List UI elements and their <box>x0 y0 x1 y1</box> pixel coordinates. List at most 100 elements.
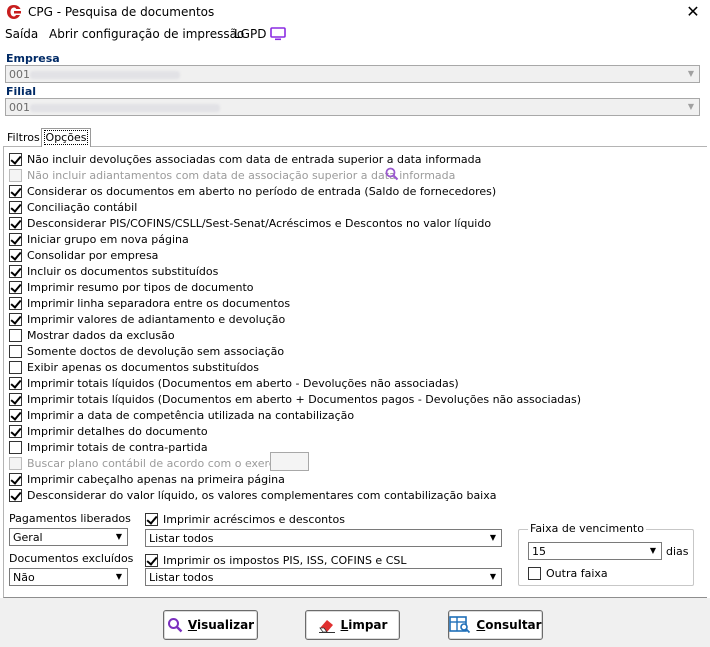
option-totais-liquidos-aberto[interactable]: Imprimir totais líquidos (Documentos em … <box>9 375 459 391</box>
menu-lgpd[interactable]: LGPD <box>234 27 266 41</box>
option-label: Exibir apenas os documentos substituídos <box>27 360 259 374</box>
consultar-button[interactable]: Consultar <box>448 610 543 640</box>
checkbox[interactable] <box>145 512 158 526</box>
exercicio-input[interactable] <box>270 452 309 471</box>
tab-filtros[interactable]: Filtros <box>7 131 40 144</box>
visualizar-button[interactable]: Visualizar <box>163 610 258 640</box>
option-iniciar-grupo[interactable]: Iniciar grupo em nova página <box>9 231 189 247</box>
filial-code: 001 <box>9 101 30 114</box>
option-totais-liquidos-pagos[interactable]: Imprimir totais líquidos (Documentos em … <box>9 391 581 407</box>
checkbox[interactable] <box>9 344 22 358</box>
filial-select[interactable]: 001 ▼ <box>5 98 700 116</box>
option-label: Imprimir totais líquidos (Documentos em … <box>27 392 582 406</box>
option-conciliacao-contabil[interactable]: Conciliação contábil <box>9 199 137 215</box>
pagamentos-select[interactable]: Geral ▼ <box>9 528 128 546</box>
faixa-select[interactable]: 15 ▼ <box>528 542 662 560</box>
checkbox[interactable] <box>9 456 22 470</box>
monitor-icon[interactable] <box>270 27 286 41</box>
acrescimos-select[interactable]: Listar todos ▼ <box>145 529 502 547</box>
faixa-value: 15 <box>532 545 546 558</box>
option-cabecalho-primeira[interactable]: Imprimir cabeçalho apenas na primeira pá… <box>9 471 285 487</box>
limpar-button[interactable]: Limpar <box>305 610 400 640</box>
checkbox[interactable] <box>528 566 541 580</box>
checkbox[interactable] <box>9 472 22 486</box>
option-label: Desconsiderar PIS/COFINS/CSLL/Sest-Senat… <box>27 216 492 230</box>
option-label: Consolidar por empresa <box>27 248 159 262</box>
chevron-down-icon[interactable]: ▼ <box>112 530 126 544</box>
option-label: Imprimir valores de adiantamento e devol… <box>27 312 286 326</box>
checkbox[interactable] <box>9 408 22 422</box>
chevron-down-icon[interactable]: ▼ <box>486 531 500 545</box>
checkbox[interactable] <box>9 360 22 374</box>
checkbox[interactable] <box>9 392 22 406</box>
checkbox[interactable] <box>9 440 22 454</box>
visualizar-label: Visualizar <box>187 618 255 632</box>
option-imprimir-resumo[interactable]: Imprimir resumo por tipos de documento <box>9 279 254 295</box>
menu-saida[interactable]: Saída <box>5 27 38 41</box>
option-incluir-substituidos[interactable]: Incluir os documentos substituídos <box>9 263 218 279</box>
impostos-select[interactable]: Listar todos ▼ <box>145 568 502 586</box>
option-label: Mostrar dados da exclusão <box>27 328 175 342</box>
chevron-down-icon[interactable]: ▼ <box>646 544 660 558</box>
option-acrescimos[interactable]: Imprimir acréscimos e descontos <box>145 511 345 527</box>
checkbox[interactable] <box>9 296 22 310</box>
chevron-down-icon[interactable]: ▼ <box>486 570 500 584</box>
chevron-down-icon[interactable]: ▼ <box>112 570 126 584</box>
option-contra-partida[interactable]: Imprimir totais de contra-partida <box>9 439 208 455</box>
option-label: Incluir os documentos substituídos <box>27 264 219 278</box>
option-somente-devolucao[interactable]: Somente doctos de devolução sem associaç… <box>9 343 284 359</box>
option-nao-incluir-devolucoes[interactable]: Não incluir devoluções associadas com da… <box>9 151 481 167</box>
app-logo-icon <box>7 5 21 19</box>
checkbox[interactable] <box>9 424 22 438</box>
search-icon[interactable] <box>385 167 399 181</box>
option-label: Considerar os documentos em aberto no pe… <box>27 184 497 198</box>
checkbox[interactable] <box>9 328 22 342</box>
checkbox[interactable] <box>9 376 22 390</box>
checkbox[interactable] <box>9 280 22 294</box>
tab-opcoes-label: Opções <box>43 130 89 145</box>
checkbox[interactable] <box>9 232 22 246</box>
option-considerar-em-aberto[interactable]: Considerar os documentos em aberto no pe… <box>9 183 496 199</box>
filial-name-redacted <box>30 104 220 112</box>
option-label: Imprimir os impostos PIS, ISS, COFINS e … <box>163 553 407 567</box>
checkbox[interactable] <box>9 168 22 182</box>
option-buscar-plano[interactable]: Buscar plano contábil de acordo com o ex… <box>9 455 297 471</box>
documentos-excluidos-select[interactable]: Não ▼ <box>9 568 128 586</box>
checkbox[interactable] <box>9 200 22 214</box>
checkbox[interactable] <box>9 264 22 278</box>
checkbox[interactable] <box>9 184 22 198</box>
option-mostrar-exclusao[interactable]: Mostrar dados da exclusão <box>9 327 175 343</box>
close-button[interactable]: ✕ <box>680 1 706 23</box>
magnifier-icon <box>167 618 183 633</box>
option-detalhes-documento[interactable]: Imprimir detalhes do documento <box>9 423 208 439</box>
checkbox[interactable] <box>9 216 22 230</box>
menu-print-config[interactable]: Abrir configuração de impressão <box>49 27 244 41</box>
option-consolidar-empresa[interactable]: Consolidar por empresa <box>9 247 158 263</box>
chevron-down-icon[interactable]: ▼ <box>684 67 698 81</box>
option-valores-adiantamento[interactable]: Imprimir valores de adiantamento e devol… <box>9 311 285 327</box>
option-linha-separadora[interactable]: Imprimir linha separadora entre os docum… <box>9 295 290 311</box>
option-exibir-substituidos[interactable]: Exibir apenas os documentos substituídos <box>9 359 259 375</box>
window-title: CPG - Pesquisa de documentos <box>28 5 215 19</box>
option-label: Imprimir a data de competência utilizada… <box>27 408 355 422</box>
documentos-excluidos-value: Não <box>13 571 35 584</box>
checkbox[interactable] <box>9 152 22 166</box>
empresa-label: Empresa <box>6 52 60 65</box>
option-outra-faixa[interactable]: Outra faixa <box>528 565 608 581</box>
option-desconsiderar-impostos[interactable]: Desconsiderar PIS/COFINS/CSLL/Sest-Senat… <box>9 215 491 231</box>
tab-opcoes[interactable]: Opções <box>41 128 91 147</box>
option-label: Imprimir resumo por tipos de documento <box>27 280 254 294</box>
option-label: Imprimir linha separadora entre os docum… <box>27 296 291 310</box>
grid-search-icon <box>449 616 471 634</box>
chevron-down-icon[interactable]: ▼ <box>684 100 698 114</box>
checkbox[interactable] <box>9 248 22 262</box>
checkbox[interactable] <box>9 312 22 326</box>
option-label: Não incluir devoluções associadas com da… <box>27 152 482 166</box>
checkbox[interactable] <box>9 488 22 502</box>
option-desconsiderar-complementares[interactable]: Desconsiderar do valor líquido, os valor… <box>9 487 497 503</box>
option-data-competencia[interactable]: Imprimir a data de competência utilizada… <box>9 407 354 423</box>
pagamentos-value: Geral <box>13 531 43 544</box>
option-impostos[interactable]: Imprimir os impostos PIS, ISS, COFINS e … <box>145 552 406 568</box>
checkbox[interactable] <box>145 553 158 567</box>
empresa-select[interactable]: 001 ▼ <box>5 65 700 83</box>
